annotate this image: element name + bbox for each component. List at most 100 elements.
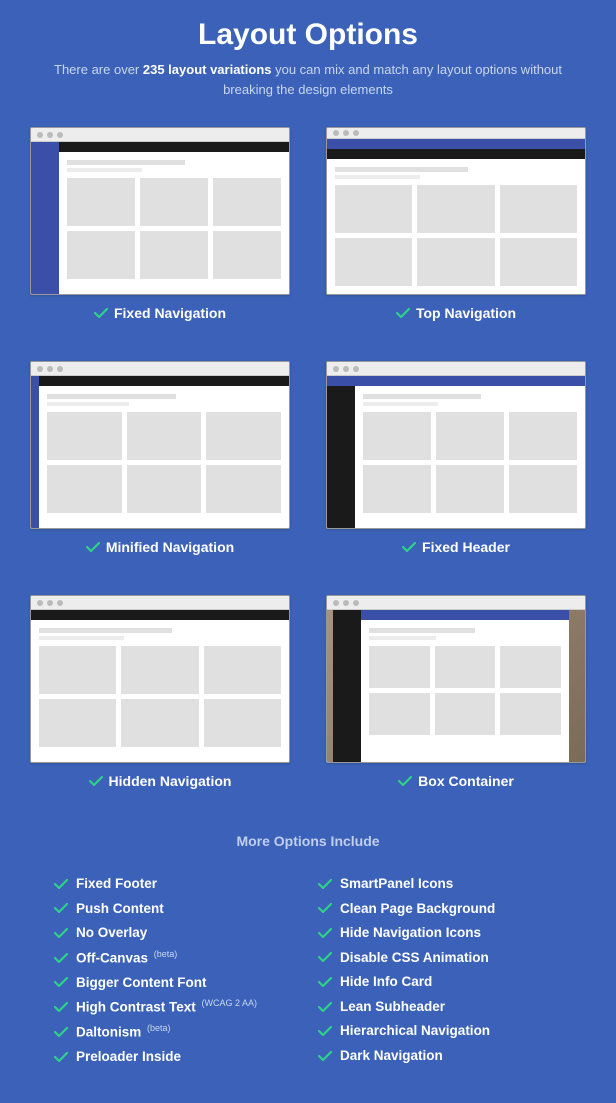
list-item: Hide Navigation Icons (318, 924, 562, 942)
layout-label: Hidden Navigation (30, 773, 290, 789)
list-item: Off-Canvas (beta) (54, 949, 298, 967)
check-icon (402, 542, 416, 552)
more-options-title: More Options Include (30, 833, 586, 849)
content-area (327, 159, 585, 294)
page-subtitle: There are over 235 layout variations you… (30, 60, 586, 99)
layout-grid: Fixed Navigation Top Navigation (30, 127, 586, 789)
check-icon (396, 308, 410, 318)
option-text: Dark Navigation (340, 1047, 443, 1065)
window-titlebar (31, 596, 289, 610)
more-options-lists: Fixed Footer Push Content No Overlay Off-Ca… (30, 875, 586, 1073)
layout-hidden-navigation: Hidden Navigation (30, 595, 290, 789)
sidebar-thin (31, 376, 39, 528)
check-icon (318, 1026, 332, 1036)
option-text: Fixed Footer (76, 875, 157, 893)
topbar-blue (327, 376, 585, 386)
check-icon (94, 308, 108, 318)
mock-window (30, 361, 290, 529)
topbar-dark (59, 142, 289, 152)
layout-label: Fixed Header (326, 539, 586, 555)
layout-fixed-navigation: Fixed Navigation (30, 127, 290, 321)
list-item: SmartPanel Icons (318, 875, 562, 893)
subtitle-pre: There are over (54, 62, 143, 77)
list-item: Daltonism (beta) (54, 1023, 298, 1041)
list-item: Push Content (54, 900, 298, 918)
option-text: Push Content (76, 900, 164, 918)
layout-label: Fixed Navigation (30, 305, 290, 321)
mock-window (326, 361, 586, 529)
option-sup: (beta) (147, 1023, 171, 1033)
sidebar-dark (333, 610, 361, 762)
window-titlebar (327, 596, 585, 610)
mock-window (326, 595, 586, 763)
list-item: Dark Navigation (318, 1047, 562, 1065)
layout-top-navigation: Top Navigation (326, 127, 586, 321)
option-text: Lean Subheader (340, 998, 445, 1016)
sidebar-blue (31, 142, 59, 294)
check-icon (398, 776, 412, 786)
subtitle-bold: 235 layout variations (143, 62, 272, 77)
mock-window (326, 127, 586, 295)
option-text: No Overlay (76, 924, 147, 942)
option-text: Disable CSS Animation (340, 949, 489, 967)
label-text: Minified Navigation (106, 539, 234, 555)
layout-box-container: Box Container (326, 595, 586, 789)
check-icon (54, 1027, 68, 1037)
window-titlebar (31, 362, 289, 376)
window-titlebar (327, 128, 585, 139)
content-area (59, 152, 289, 294)
subtitle-post: you can mix and match any layout options… (223, 62, 562, 97)
options-column-2: SmartPanel Icons Clean Page Background Hid… (318, 875, 562, 1073)
window-titlebar (327, 362, 585, 376)
check-icon (54, 903, 68, 913)
option-text: High Contrast Text (WCAG 2 AA) (76, 998, 257, 1016)
layout-label: Minified Navigation (30, 539, 290, 555)
check-icon (54, 1002, 68, 1012)
label-text: Box Container (418, 773, 514, 789)
content-area (361, 620, 569, 762)
label-text: Fixed Header (422, 539, 510, 555)
option-text: Preloader Inside (76, 1048, 181, 1066)
option-text: Bigger Content Font (76, 974, 206, 992)
check-icon (54, 928, 68, 938)
topbar-dark (39, 376, 289, 386)
topbar-dark (31, 610, 289, 620)
content-area (39, 386, 289, 528)
check-icon (318, 952, 332, 962)
check-icon (54, 953, 68, 963)
option-text: Off-Canvas (beta) (76, 949, 177, 967)
list-item: Bigger Content Font (54, 974, 298, 992)
label-text: Hidden Navigation (109, 773, 232, 789)
option-text: Daltonism (beta) (76, 1023, 171, 1041)
layout-minified-navigation: Minified Navigation (30, 361, 290, 555)
label-text: Top Navigation (416, 305, 516, 321)
check-icon (86, 542, 100, 552)
mock-window (30, 595, 290, 763)
check-icon (54, 977, 68, 987)
list-item: Lean Subheader (318, 998, 562, 1016)
list-item: Hierarchical Navigation (318, 1022, 562, 1040)
check-icon (318, 903, 332, 913)
content-area (31, 620, 289, 762)
topbar-blue (361, 610, 569, 620)
layout-fixed-header: Fixed Header (326, 361, 586, 555)
check-icon (318, 928, 332, 938)
layout-label: Top Navigation (326, 305, 586, 321)
check-icon (54, 879, 68, 889)
check-icon (318, 977, 332, 987)
list-item: High Contrast Text (WCAG 2 AA) (54, 998, 298, 1016)
check-icon (89, 776, 103, 786)
box-background (327, 610, 585, 762)
list-item: No Overlay (54, 924, 298, 942)
option-text: Hide Info Card (340, 973, 432, 991)
option-sup: (beta) (154, 949, 178, 959)
mock-window (30, 127, 290, 295)
page-title: Layout Options (30, 18, 586, 52)
option-text: Hierarchical Navigation (340, 1022, 490, 1040)
label-text: Fixed Navigation (114, 305, 226, 321)
topbar-blue (327, 139, 585, 149)
window-titlebar (31, 128, 289, 142)
option-text: Clean Page Background (340, 900, 495, 918)
option-sup: (WCAG 2 AA) (202, 998, 258, 1008)
topbar-dark (327, 149, 585, 159)
